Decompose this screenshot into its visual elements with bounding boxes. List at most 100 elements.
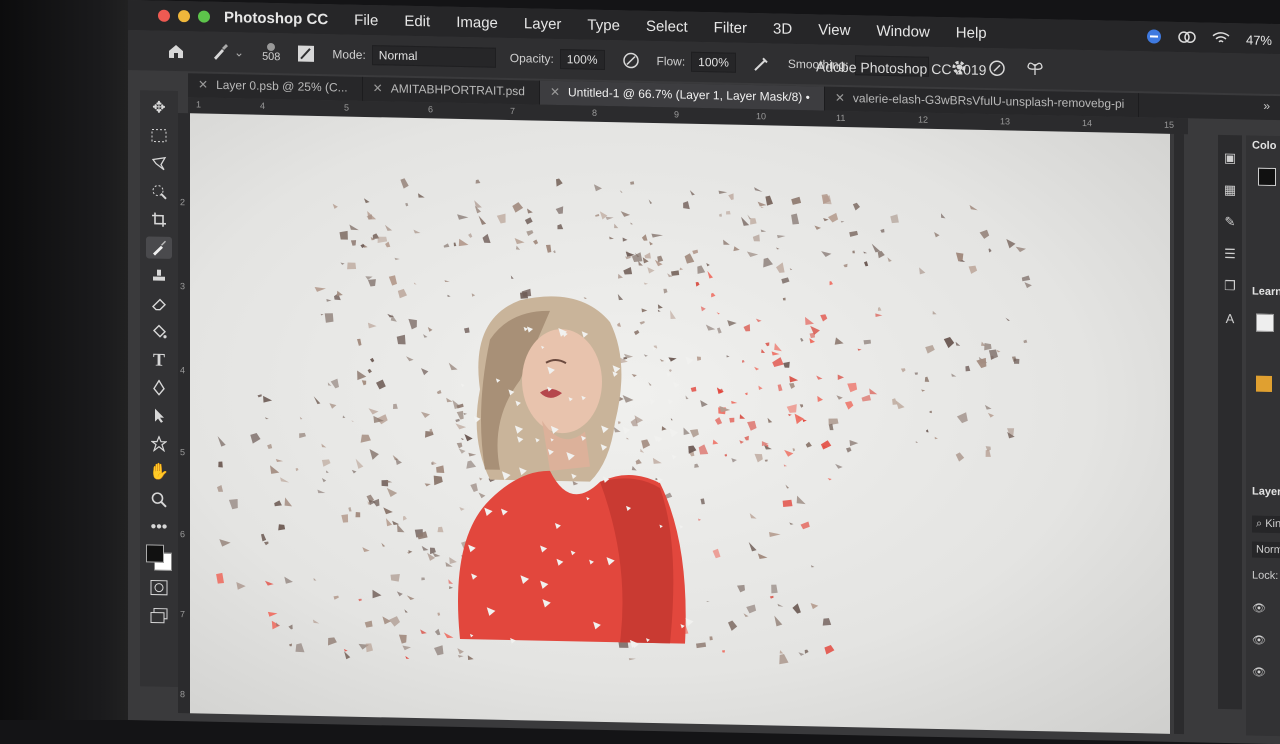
dispersion-particle xyxy=(475,179,481,184)
dispersion-particle xyxy=(443,632,454,639)
pen-tool-icon[interactable] xyxy=(146,376,172,399)
brush-panel-icon[interactable]: ✎ xyxy=(1221,213,1239,231)
dispersion-particle xyxy=(329,403,337,409)
layer-visibility-eye-icon[interactable]: 👁 xyxy=(1252,666,1266,679)
menu-filter[interactable]: Filter xyxy=(714,19,747,37)
dispersion-particle xyxy=(390,314,397,322)
pressure-opacity-icon[interactable] xyxy=(619,48,643,73)
color-swatches[interactable] xyxy=(146,544,172,571)
color-panel-title[interactable]: Colo xyxy=(1252,140,1276,153)
dispersion-particle xyxy=(250,432,261,444)
screen-mode-icon[interactable] xyxy=(146,604,172,627)
ruler-vertical[interactable]: 2 3 4 5 6 7 8 xyxy=(178,113,190,714)
layer-visibility-eye-icon[interactable]: 👁 xyxy=(1252,634,1266,647)
layers-panel-title[interactable]: Layers xyxy=(1252,486,1280,499)
canvas-scrollbar[interactable] xyxy=(1174,133,1184,735)
lasso-tool-icon[interactable] xyxy=(146,152,172,175)
clone-stamp-tool-icon[interactable] xyxy=(146,264,172,287)
custom-shape-tool-icon[interactable] xyxy=(146,432,172,455)
tab-amitabhportrait[interactable]: ✕ AMITABHPORTRAIT.psd xyxy=(362,76,540,105)
dispersion-particle xyxy=(325,470,329,474)
airbrush-icon[interactable] xyxy=(750,51,774,76)
zoom-window-button[interactable] xyxy=(198,10,210,23)
dispersion-particle xyxy=(718,190,728,194)
brush-settings-icon[interactable] xyxy=(294,41,318,66)
menu-app-name[interactable]: Photoshop CC xyxy=(224,9,328,28)
menu-image[interactable]: Image xyxy=(456,13,498,31)
close-tab-icon[interactable]: ✕ xyxy=(373,81,383,101)
creative-cloud-icon[interactable] xyxy=(1146,28,1162,47)
layer-blend-mode-select[interactable]: Normal xyxy=(1252,541,1280,559)
close-tab-icon[interactable]: ✕ xyxy=(835,91,845,111)
tabs-overflow-icon[interactable]: » xyxy=(1263,96,1270,120)
chevron-down-icon[interactable]: ⌄ xyxy=(234,45,244,59)
menu-3d[interactable]: 3D xyxy=(773,20,792,37)
dispersion-particle xyxy=(527,208,533,214)
marquee-tool-icon[interactable] xyxy=(146,124,172,147)
dispersion-particle xyxy=(357,338,362,346)
dispersion-particle xyxy=(1005,317,1010,321)
dispersion-particle xyxy=(397,523,405,533)
tab-layer0[interactable]: ✕ Layer 0.psb @ 25% (C... xyxy=(188,73,363,101)
no-color-icon[interactable] xyxy=(1256,313,1274,333)
dispersion-particle xyxy=(988,248,992,253)
menu-type[interactable]: Type xyxy=(587,16,620,34)
ruler-tick-label: 10 xyxy=(756,111,767,122)
dispersion-particle xyxy=(739,440,744,444)
menu-window[interactable]: Window xyxy=(876,22,929,40)
dispersion-particle xyxy=(468,233,473,238)
foreground-color-swatch[interactable] xyxy=(146,544,164,563)
hand-tool-icon[interactable]: ✋ xyxy=(146,460,172,483)
menu-file[interactable]: File xyxy=(354,11,378,29)
document-canvas[interactable] xyxy=(190,113,1170,734)
home-icon[interactable] xyxy=(164,39,188,64)
history-panel-icon[interactable]: ▣ xyxy=(1221,149,1239,167)
learn-panel-title[interactable]: Learn xyxy=(1252,286,1280,299)
layer-visibility-eye-icon[interactable]: 👁 xyxy=(1252,602,1266,615)
quick-selection-tool-icon[interactable] xyxy=(146,180,172,203)
dispersion-particle xyxy=(556,178,563,187)
close-tab-icon[interactable]: ✕ xyxy=(198,77,208,97)
learn-tutorial-icon[interactable] xyxy=(1256,375,1272,392)
layer-kind-filter[interactable]: ⌕ Kind xyxy=(1252,515,1280,534)
adjustments-panel-icon[interactable]: ☰ xyxy=(1221,245,1239,263)
brush-tool-preset-icon[interactable] xyxy=(208,40,232,65)
character-panel-icon[interactable]: A xyxy=(1221,309,1239,327)
menu-select[interactable]: Select xyxy=(646,17,688,35)
dispersion-particle xyxy=(929,410,932,414)
dispersion-particle xyxy=(728,193,734,201)
symmetry-butterfly-icon[interactable] xyxy=(1023,57,1047,82)
move-tool-icon[interactable]: ✥ xyxy=(146,96,172,119)
flow-field[interactable]: 100% xyxy=(691,51,736,73)
close-tab-icon[interactable]: ✕ xyxy=(550,85,560,105)
clone-source-panel-icon[interactable]: ❐ xyxy=(1221,277,1239,295)
foreground-color-chip[interactable] xyxy=(1258,167,1276,187)
dispersion-particle xyxy=(679,267,684,271)
pressure-size-icon[interactable] xyxy=(985,56,1009,81)
paint-bucket-tool-icon[interactable] xyxy=(146,320,172,343)
dispersion-particle xyxy=(284,576,293,584)
menu-layer[interactable]: Layer xyxy=(524,15,562,33)
dispersion-particle xyxy=(458,448,466,454)
mode-select[interactable]: Normal xyxy=(371,45,496,68)
sync-icon[interactable] xyxy=(1178,30,1196,47)
more-tools-icon[interactable]: ••• xyxy=(146,516,172,539)
brush-tool-icon[interactable] xyxy=(146,236,172,259)
path-selection-tool-icon[interactable] xyxy=(146,404,172,427)
close-window-button[interactable] xyxy=(158,9,170,22)
crop-tool-icon[interactable] xyxy=(146,208,172,231)
brush-size-picker[interactable]: 508 xyxy=(262,42,280,63)
menu-edit[interactable]: Edit xyxy=(404,12,430,30)
dispersion-particle xyxy=(376,379,386,390)
type-tool-icon[interactable]: T xyxy=(146,348,172,371)
eraser-tool-icon[interactable] xyxy=(146,292,172,315)
zoom-tool-icon[interactable] xyxy=(146,488,172,511)
quick-mask-icon[interactable] xyxy=(146,576,172,599)
swatches-panel-icon[interactable]: ▦ xyxy=(1221,181,1239,199)
wifi-icon[interactable] xyxy=(1212,32,1230,47)
opacity-field[interactable]: 100% xyxy=(559,49,605,70)
minimize-window-button[interactable] xyxy=(178,10,190,23)
menu-view[interactable]: View xyxy=(818,21,850,39)
menu-help[interactable]: Help xyxy=(956,24,987,42)
dispersion-particle xyxy=(934,231,940,238)
